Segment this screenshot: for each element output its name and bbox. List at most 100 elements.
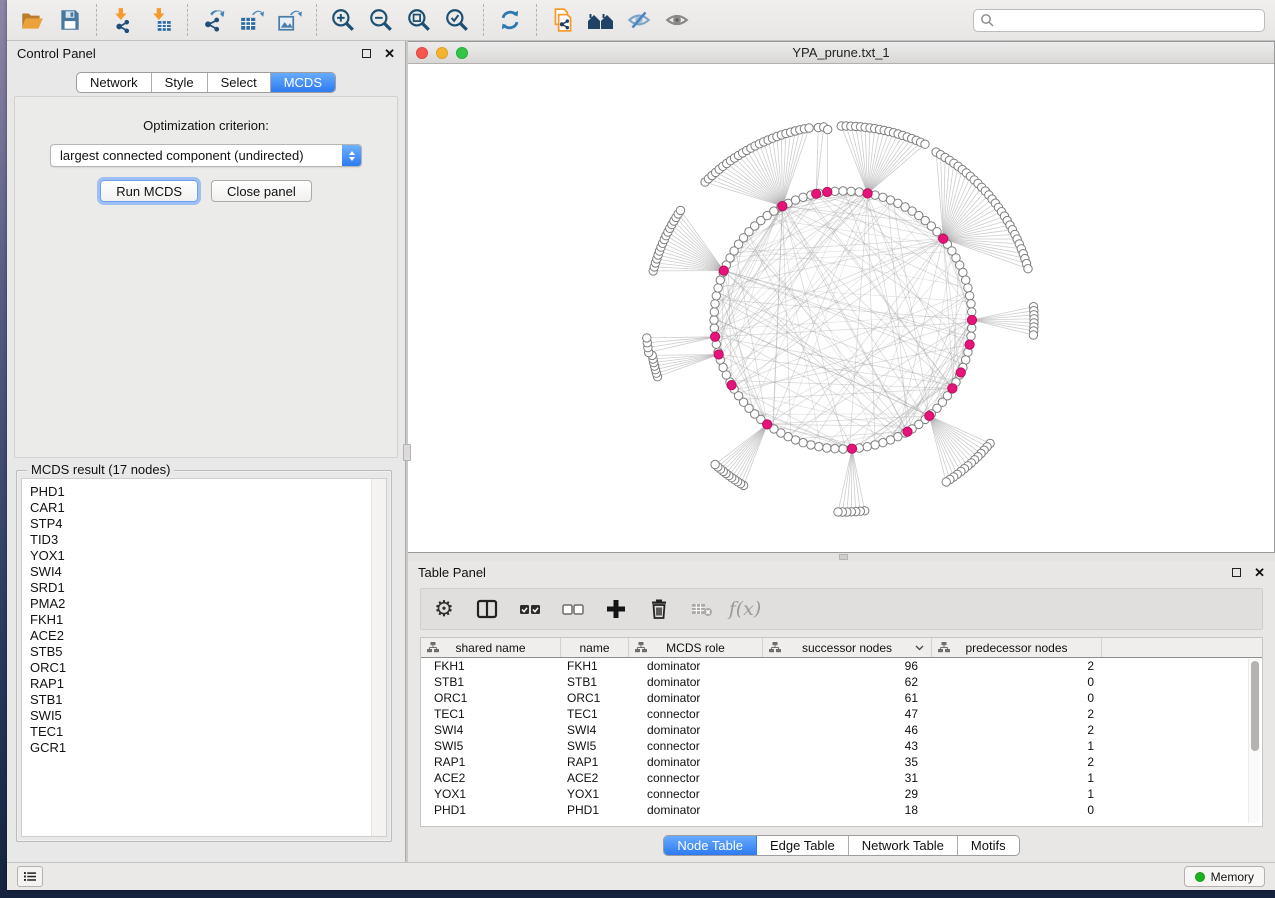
add-column-button[interactable] (603, 596, 629, 622)
table-splitter-grip[interactable] (839, 554, 848, 560)
float-panel-icon[interactable] (362, 49, 371, 58)
add-icon (605, 598, 627, 620)
eye-button[interactable] (660, 3, 694, 37)
mcds-result-item[interactable]: CAR1 (30, 500, 386, 516)
close-panel-icon[interactable]: ✕ (384, 47, 395, 60)
export-network-button[interactable] (197, 3, 231, 37)
refresh-button[interactable] (493, 3, 527, 37)
network-graph[interactable] (408, 64, 1274, 552)
mcds-result-item[interactable]: TEC1 (30, 724, 386, 740)
close-table-panel-icon[interactable]: ✕ (1254, 566, 1265, 579)
close-panel-button[interactable]: Close panel (211, 180, 312, 202)
mcds-result-item[interactable]: ACE2 (30, 628, 386, 644)
table-row[interactable]: STB1STB1dominator620 (421, 674, 1262, 690)
select-value: largest connected component (undirected) (51, 148, 342, 163)
table-row[interactable]: TEC1TEC1connector472 (421, 706, 1262, 722)
deselect-all-icon (561, 598, 585, 620)
zoom-fit-button[interactable] (402, 3, 436, 37)
table-tab-node-table[interactable]: Node Table (664, 836, 757, 855)
mcds-result-item[interactable]: TID3 (30, 532, 386, 548)
hide-button[interactable] (622, 3, 656, 37)
table-row[interactable]: FKH1FKH1dominator962 (421, 658, 1262, 674)
tab-network[interactable]: Network (77, 73, 152, 92)
network-canvas[interactable] (408, 64, 1274, 552)
import-table-button[interactable] (144, 3, 178, 37)
float-table-panel-icon[interactable] (1232, 568, 1241, 577)
mcds-result-item[interactable]: RAP1 (30, 676, 386, 692)
save-icon (57, 7, 83, 33)
mcds-result-item[interactable]: GCR1 (30, 740, 386, 756)
show-columns-button[interactable] (474, 596, 500, 622)
tab-select[interactable]: Select (208, 73, 271, 92)
mcds-result-item[interactable]: STB5 (30, 644, 386, 660)
run-mcds-button[interactable]: Run MCDS (100, 180, 198, 202)
export-table-button[interactable] (235, 3, 269, 37)
tab-style[interactable]: Style (152, 73, 208, 92)
cell-name: YOX1 (561, 786, 629, 802)
table-scrollbar-thumb[interactable] (1251, 661, 1259, 751)
cell-shared_name: STB1 (421, 674, 561, 690)
mcds-result-item[interactable]: STP4 (30, 516, 386, 532)
table-row[interactable]: SWI5SWI5connector431 (421, 738, 1262, 754)
mcds-result-list[interactable]: PHD1CAR1STP4TID3YOX1SWI4SRD1PMA2FKH1ACE2… (21, 478, 387, 837)
table-row[interactable]: RAP1RAP1dominator352 (421, 754, 1262, 770)
control-panel-tabs: NetworkStyleSelectMCDS (76, 72, 336, 93)
desktop-wallpaper-left (0, 41, 7, 890)
mcds-result-item[interactable]: FKH1 (30, 612, 386, 628)
search-field[interactable] (973, 9, 1265, 32)
column-header-MCDS-role[interactable]: MCDS role (629, 638, 763, 657)
table-tab-motifs[interactable]: Motifs (958, 836, 1019, 855)
table-row[interactable]: YOX1YOX1connector291 (421, 786, 1262, 802)
optimization-criterion-select[interactable]: largest connected component (undirected) (50, 144, 362, 167)
table-tab-edge-table[interactable]: Edge Table (757, 836, 849, 855)
function-builder-button[interactable]: f(x) (732, 596, 758, 622)
table-scrollbar[interactable] (1248, 659, 1260, 823)
zoom-in-button[interactable] (326, 3, 360, 37)
export-image-button[interactable] (273, 3, 307, 37)
mcds-result-item[interactable]: PHD1 (30, 484, 386, 500)
table-row[interactable]: SWI4SWI4dominator462 (421, 722, 1262, 738)
zoom-out-button[interactable] (364, 3, 398, 37)
panel-splitter[interactable] (405, 41, 408, 862)
tab-mcds[interactable]: MCDS (271, 73, 335, 92)
save-button[interactable] (53, 3, 87, 37)
clear-table-button[interactable] (689, 596, 715, 622)
memory-button[interactable]: Memory (1184, 866, 1265, 887)
mcds-result-item[interactable]: ORC1 (30, 660, 386, 676)
table-splitter[interactable] (408, 553, 1275, 561)
cell-successor_nodes: 46 (763, 722, 932, 738)
deselect-all-button[interactable] (560, 596, 586, 622)
mcds-result-item[interactable]: PMA2 (30, 596, 386, 612)
gear-icon: ⚙ (434, 598, 454, 620)
eye-icon (664, 7, 690, 33)
select-all-button[interactable] (517, 596, 543, 622)
mcds-list-scrollbar[interactable] (371, 479, 386, 836)
cell-name: ACE2 (561, 770, 629, 786)
splitter-grip[interactable] (403, 444, 411, 461)
task-history-button[interactable] (17, 866, 43, 887)
clone-network-button[interactable] (546, 3, 580, 37)
column-header-name[interactable]: name (561, 638, 629, 657)
mcds-result-item[interactable]: SWI4 (30, 564, 386, 580)
table-row[interactable]: PHD1PHD1dominator180 (421, 802, 1262, 818)
home-button[interactable] (584, 3, 618, 37)
mcds-result-item[interactable]: YOX1 (30, 548, 386, 564)
mcds-result-item[interactable]: STB1 (30, 692, 386, 708)
table-row[interactable]: ACE2ACE2connector311 (421, 770, 1262, 786)
zoom-selected-button[interactable] (440, 3, 474, 37)
cell-successor_nodes: 29 (763, 786, 932, 802)
column-header-successor-nodes[interactable]: successor nodes (763, 638, 932, 657)
table-settings-button[interactable]: ⚙ (431, 596, 457, 622)
column-header-shared-name[interactable]: shared name (421, 638, 561, 657)
table-tab-network-table[interactable]: Network Table (849, 836, 958, 855)
table-row[interactable]: ORC1ORC1dominator610 (421, 690, 1262, 706)
mcds-result-item[interactable]: SWI5 (30, 708, 386, 724)
cell-predecessor_nodes: 2 (932, 722, 1102, 738)
open-button[interactable] (15, 3, 49, 37)
import-network-button[interactable] (106, 3, 140, 37)
delete-icon (648, 598, 670, 620)
delete-column-button[interactable] (646, 596, 672, 622)
column-header-predecessor-nodes[interactable]: predecessor nodes (932, 638, 1102, 657)
search-input[interactable] (994, 12, 1258, 28)
mcds-result-item[interactable]: SRD1 (30, 580, 386, 596)
